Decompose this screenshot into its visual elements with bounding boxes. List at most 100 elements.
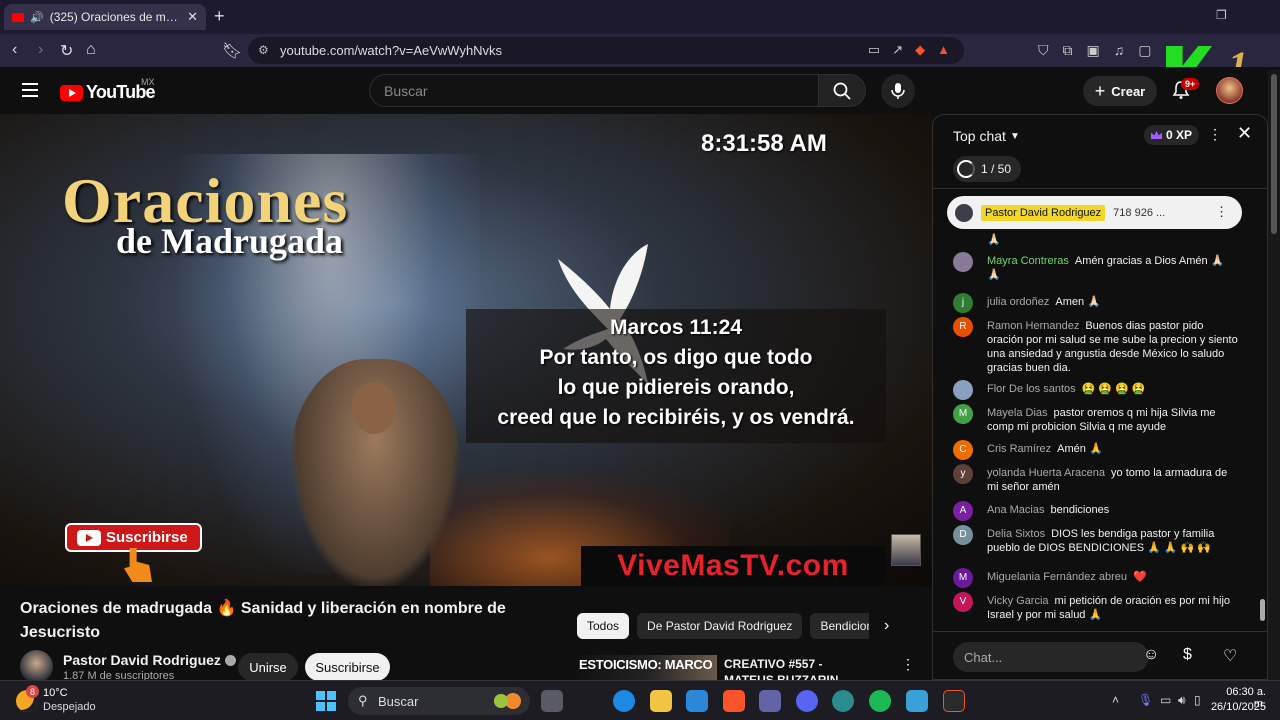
microphone-tray-icon[interactable]: 🎙︎ bbox=[1138, 693, 1153, 707]
subscribe-button[interactable]: Suscribirse bbox=[305, 653, 390, 681]
overlay-subtitle: de Madrugada bbox=[116, 221, 344, 261]
close-tab-icon[interactable]: ✕ bbox=[187, 9, 198, 25]
message-author[interactable]: Miguelania Fernández abreu bbox=[987, 571, 1127, 583]
restore-window-icon[interactable]: ❐ bbox=[1216, 8, 1227, 22]
avatar[interactable]: y bbox=[953, 464, 973, 484]
cast-icon[interactable]: ▭ bbox=[868, 42, 880, 58]
xp-badge[interactable]: 0 XP bbox=[1144, 125, 1200, 145]
chevron-right-icon[interactable]: › bbox=[884, 617, 889, 635]
avatar[interactable] bbox=[953, 380, 973, 400]
taskbar-search[interactable]: ⚲ Buscar bbox=[348, 687, 530, 715]
tray-chevron-up-icon[interactable]: ˄ bbox=[1112, 693, 1119, 707]
menu-icon[interactable] bbox=[22, 83, 38, 97]
chat-input-bar: Chat... ☺ $ ♡ bbox=[933, 631, 1267, 679]
reload-icon[interactable]: ↻ bbox=[60, 41, 73, 61]
verse-line: lo que pidiereis orando, bbox=[557, 376, 795, 399]
network-icon[interactable]: ▭ bbox=[1160, 693, 1171, 707]
windows-start-icon[interactable] bbox=[316, 691, 336, 711]
pinned-message[interactable]: Pastor David Rodriguez 718 926 ... ⋮ bbox=[947, 196, 1242, 229]
microsoft-store-icon[interactable] bbox=[686, 690, 708, 712]
channel-avatar[interactable] bbox=[20, 650, 53, 683]
new-tab-icon[interactable]: + bbox=[214, 6, 225, 27]
speaker-icon[interactable]: 🔊 bbox=[30, 11, 44, 24]
vpn-shield-icon[interactable]: ⛉ bbox=[1038, 42, 1049, 59]
task-view-icon[interactable] bbox=[541, 690, 563, 712]
spotify-icon[interactable] bbox=[869, 690, 891, 712]
account-avatar[interactable] bbox=[1216, 77, 1243, 104]
message-author[interactable]: yolanda Huerta Aracena bbox=[987, 467, 1105, 479]
sidebar-icon[interactable]: ▣ bbox=[1087, 42, 1100, 59]
chat-scrollbar[interactable] bbox=[1260, 599, 1265, 621]
message-author[interactable]: Cris Ramírez bbox=[987, 443, 1051, 455]
extensions-icon[interactable]: ⧉ bbox=[1063, 42, 1073, 59]
join-button[interactable]: Unirse bbox=[238, 653, 298, 681]
avatar[interactable]: D bbox=[953, 525, 973, 545]
brave-shield-icon[interactable]: ◆ bbox=[915, 42, 925, 58]
more-vert-icon[interactable]: ⋮ bbox=[901, 656, 915, 673]
avatar[interactable] bbox=[953, 252, 973, 272]
chip-bendiciones[interactable]: Bendiciones bbox=[810, 613, 869, 639]
file-explorer-icon[interactable] bbox=[650, 690, 672, 712]
video-player[interactable]: Oraciones de Madrugada 8:31:58 AM Marcos… bbox=[0, 114, 932, 586]
channel-watermark[interactable] bbox=[891, 534, 921, 566]
message-author[interactable]: Mayela Dias bbox=[987, 407, 1048, 419]
page-scrollbar-thumb[interactable] bbox=[1271, 74, 1277, 234]
avatar[interactable]: A bbox=[953, 501, 973, 521]
app-link-icon[interactable] bbox=[832, 690, 854, 712]
search-input[interactable]: Buscar bbox=[369, 74, 818, 107]
chat-goal[interactable]: 1 / 50 bbox=[953, 156, 1022, 182]
chat-input[interactable]: Chat... bbox=[953, 642, 1149, 672]
weather-temperature[interactable]: 10°C bbox=[43, 687, 68, 699]
voice-search-button[interactable] bbox=[881, 74, 915, 108]
window-icon[interactable]: ▢ bbox=[1138, 42, 1151, 59]
more-vert-icon[interactable]: ⋮ bbox=[1215, 204, 1228, 220]
home-icon[interactable]: ⌂ bbox=[86, 41, 96, 59]
calendar-app-icon[interactable] bbox=[906, 690, 928, 712]
avatar[interactable]: j bbox=[953, 293, 973, 313]
share-icon[interactable]: ↗ bbox=[892, 42, 903, 58]
teams-icon[interactable] bbox=[759, 690, 781, 712]
brave-rewards-icon[interactable]: ▲ bbox=[937, 42, 950, 58]
weather-description[interactable]: Despejado bbox=[43, 701, 96, 713]
taskbar-date[interactable]: 26/10/2025 bbox=[1200, 701, 1266, 713]
bible-verse-box: Marcos 11:24 Por tanto, os digo que todo… bbox=[466, 309, 886, 443]
chat-more-icon[interactable]: ⋮ bbox=[1208, 126, 1222, 143]
page-scrollbar[interactable] bbox=[1268, 70, 1280, 680]
super-chat-icon[interactable]: $ bbox=[1183, 646, 1192, 664]
message-author[interactable]: julia ordoñez bbox=[987, 296, 1049, 308]
forward-icon[interactable]: › bbox=[38, 41, 43, 59]
avatar[interactable]: C bbox=[953, 440, 973, 460]
chat-mode-dropdown[interactable]: Top chat ▼ bbox=[953, 128, 1020, 144]
message-author[interactable]: Ramon Hernandez bbox=[987, 320, 1079, 332]
chip-todos[interactable]: Todos bbox=[577, 613, 630, 639]
channel-name[interactable]: Pastor David Rodriguez bbox=[63, 652, 236, 668]
video-clock: 8:31:58 AM bbox=[701, 130, 827, 157]
volume-icon[interactable]: 🔊︎ bbox=[1178, 693, 1186, 708]
browser-tab[interactable]: 🔊 (325) Oraciones de madrugada ✕ bbox=[4, 4, 206, 30]
message-author[interactable]: Delia Sixtos bbox=[987, 528, 1045, 540]
bookmark-icon[interactable]: 🔖︎ bbox=[222, 41, 242, 61]
discord-icon[interactable] bbox=[796, 690, 818, 712]
close-icon[interactable]: ✕ bbox=[1237, 123, 1252, 144]
avatar[interactable]: V bbox=[953, 592, 973, 612]
message-author[interactable]: Vicky Garcia bbox=[987, 595, 1049, 607]
brave-browser-icon[interactable] bbox=[723, 690, 745, 712]
message-author[interactable]: Mayra Contreras bbox=[987, 255, 1069, 267]
site-info-icon[interactable]: ⚙ bbox=[258, 43, 269, 57]
messenger-icon[interactable] bbox=[613, 690, 635, 712]
avatar[interactable]: M bbox=[953, 568, 973, 588]
create-button[interactable]: + Crear bbox=[1083, 76, 1157, 106]
avatar[interactable]: R bbox=[953, 317, 973, 337]
chip-channel[interactable]: De Pastor David Rodriguez bbox=[637, 613, 803, 639]
message-author[interactable]: Ana Macias bbox=[987, 504, 1044, 516]
media-icon[interactable]: ♫ bbox=[1114, 42, 1125, 59]
avatar[interactable]: M bbox=[953, 404, 973, 424]
search-button[interactable] bbox=[818, 74, 866, 107]
message-author[interactable]: Flor De los santos bbox=[987, 383, 1076, 395]
back-icon[interactable]: ‹ bbox=[12, 41, 17, 59]
heart-icon[interactable]: ♡ bbox=[1223, 646, 1237, 666]
address-bar[interactable]: ⚙ youtube.com/watch?v=AeVwWyhNvks ▭ ↗ ◆ … bbox=[248, 37, 964, 64]
microphone-icon bbox=[891, 83, 905, 99]
recording-app-icon[interactable] bbox=[943, 690, 965, 712]
emoji-icon[interactable]: ☺ bbox=[1143, 646, 1159, 664]
